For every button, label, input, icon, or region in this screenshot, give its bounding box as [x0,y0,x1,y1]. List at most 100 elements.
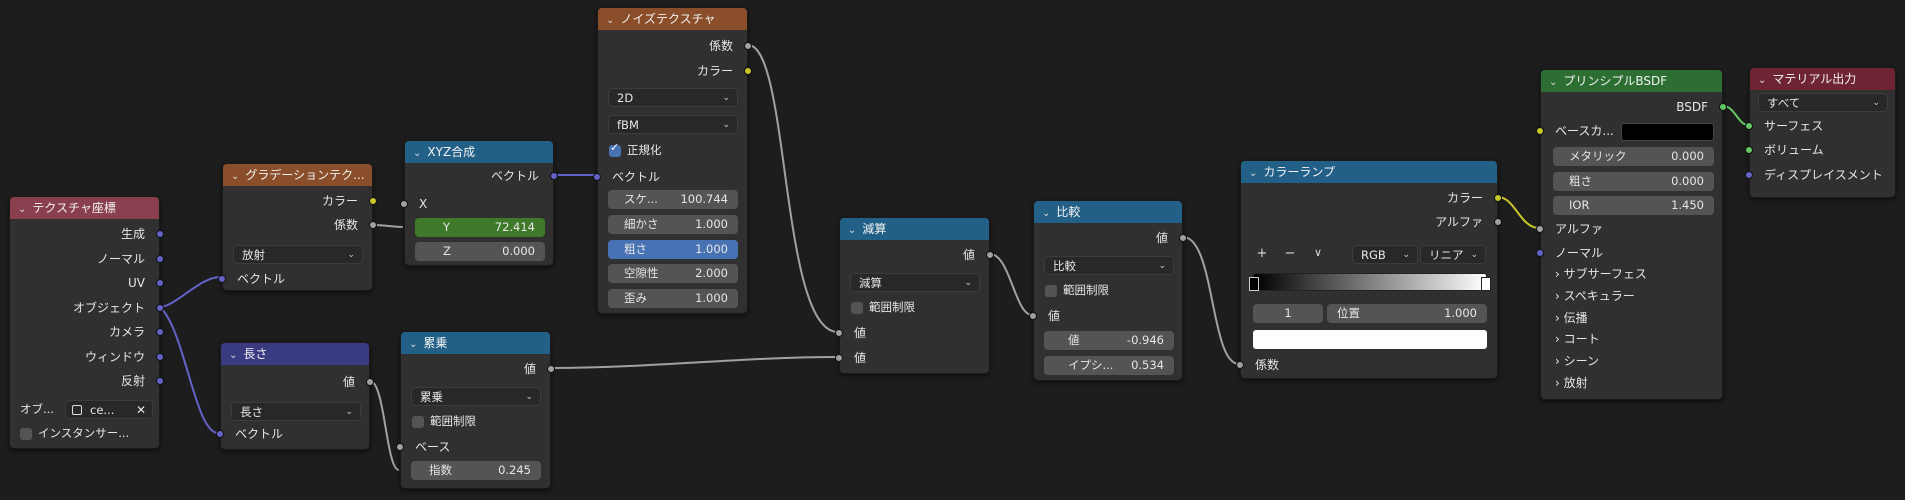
node-texture-coordinate[interactable]: ⌄ テクスチャ座標 生成 ノーマル UV オブジェクト カメラ ウィンドウ 反射 … [9,196,164,449]
input-socket[interactable] [1536,127,1544,135]
output-socket[interactable] [986,251,994,259]
output-socket[interactable] [1494,194,1502,202]
input-socket[interactable] [1029,312,1037,320]
output-socket[interactable] [744,67,752,75]
node-header[interactable]: ⌄ マテリアル出力 [1750,68,1895,90]
panel-coat[interactable]: › コート [1541,328,1722,350]
stop-color-swatch[interactable] [1253,330,1487,349]
normalize-checkbox[interactable] [609,141,621,157]
clamp-checkbox[interactable] [1045,285,1057,297]
collapse-chevron-icon[interactable]: ⌄ [18,199,26,219]
node-color-ramp[interactable]: ⌄ カラーランプ カラー アルファ + − ∨ RGB ⌄ リニア ⌄ 1 位置 1.0… [1236,160,1502,379]
bsdf-roughness-field[interactable]: 粗さ 0.000 [1553,172,1714,191]
base-color-swatch[interactable] [1621,123,1714,141]
output-socket[interactable] [369,221,377,229]
node-length[interactable]: ⌄ 長さ 値 長さ ⌄ ベクトル [216,342,374,450]
node-subtract[interactable]: ⌄ 減算 値 減算 ⌄ 範囲制限 値 値 [835,217,994,374]
collapse-chevron-icon[interactable]: ⌄ [1758,70,1766,90]
node-header[interactable]: ⌄ グラデーションテク... [223,164,372,186]
input-socket[interactable] [1745,171,1753,179]
panel-emission[interactable]: › 放射 [1541,372,1722,394]
detail-field[interactable]: 細かさ 1.000 [608,215,738,234]
node-header[interactable]: ⌄ プリンシプルBSDF [1541,70,1722,92]
output-socket[interactable] [156,353,164,361]
dimensions-dropdown[interactable]: 2D ⌄ [608,88,738,107]
output-socket[interactable] [156,328,164,336]
node-header[interactable]: ⌄ XYZ合成 [405,141,553,163]
collapse-chevron-icon[interactable]: ⌄ [848,220,856,240]
noise-type-dropdown[interactable]: fBM ⌄ [608,115,738,134]
output-socket[interactable] [156,279,164,287]
lacunarity-field[interactable]: 空隙性 2.000 [608,264,738,283]
interpolation-dropdown[interactable]: リニア ⌄ [1420,245,1486,264]
collapse-chevron-icon[interactable]: ⌄ [229,345,237,365]
scale-field[interactable]: スケ... 100.744 [608,190,738,209]
compare-value-field[interactable]: 値 -0.946 [1044,331,1174,350]
clamp-checkbox[interactable] [412,416,424,428]
ramp-stop-black-handle[interactable] [1249,277,1259,291]
input-socket[interactable] [593,173,601,181]
color-mode-dropdown[interactable]: RGB ⌄ [1352,245,1418,264]
clear-x-icon[interactable]: ✕ [136,401,146,418]
math-op-dropdown[interactable]: 減算 ⌄ [850,273,980,292]
output-socket[interactable] [156,230,164,238]
input-socket[interactable] [835,329,843,337]
gradient-type-dropdown[interactable]: 放射 ⌄ [233,245,363,264]
math-op-dropdown[interactable]: 累乗 ⌄ [411,387,541,406]
output-socket[interactable] [547,365,555,373]
panel-specular[interactable]: › スペキュラー [1541,285,1722,307]
ior-field[interactable]: IOR 1.450 [1553,196,1714,215]
output-socket[interactable] [156,377,164,385]
remove-stop-icon[interactable]: − [1281,246,1299,261]
output-socket[interactable] [369,197,377,205]
output-socket[interactable] [550,172,558,180]
input-socket[interactable] [400,200,408,208]
output-socket[interactable] [1494,218,1502,226]
node-header[interactable]: ⌄ カラーランプ [1241,161,1497,183]
object-picker[interactable]: ce... ✕ [65,400,153,419]
length-op-dropdown[interactable]: 長さ ⌄ [231,402,361,421]
panel-transmission[interactable]: › 伝播 [1541,307,1722,329]
panel-sheen[interactable]: › シーン [1541,350,1722,372]
node-gradient-texture[interactable]: ⌄ グラデーションテク... カラー 係数 放射 ⌄ ベクトル [218,163,377,291]
collapse-chevron-icon[interactable]: ⌄ [409,334,417,354]
input-socket[interactable] [1745,122,1753,130]
node-combine-xyz[interactable]: ⌄ XYZ合成 ベクトル X Y 72.414 Z 0.000 [400,140,558,266]
metallic-field[interactable]: メタリック 0.000 [1553,147,1714,166]
node-header[interactable]: ⌄ テクスチャ座標 [10,197,159,219]
output-socket[interactable] [1179,234,1187,242]
collapse-chevron-icon[interactable]: ⌄ [413,143,421,163]
output-socket[interactable] [156,304,164,312]
input-socket[interactable] [216,430,224,438]
collapse-chevron-icon[interactable]: ⌄ [1549,72,1557,92]
ramp-stop-white-handle[interactable] [1481,277,1491,291]
node-principled-bsdf[interactable]: ⌄ プリンシプルBSDF BSDF ベースカ... メタリック 0.000 粗さ 0.… [1536,69,1727,400]
node-header[interactable]: ⌄ 累乗 [401,332,550,354]
input-socket[interactable] [835,354,843,362]
output-socket[interactable] [1719,103,1727,111]
collapse-chevron-icon[interactable]: ⌄ [1042,203,1050,223]
math-op-dropdown[interactable]: 比較 ⌄ [1044,256,1174,275]
input-socket[interactable] [1536,249,1544,257]
node-header[interactable]: ⌄ 比較 [1034,201,1182,223]
clamp-checkbox[interactable] [851,302,863,314]
node-material-output[interactable]: ⌄ マテリアル出力 すべて ⌄ サーフェス ボリューム ディスプレイスメント [1745,67,1896,198]
input-socket[interactable] [1536,225,1544,233]
output-socket[interactable] [366,378,374,386]
input-socket[interactable] [218,275,226,283]
active-stop-index[interactable]: 1 [1253,304,1323,323]
input-socket[interactable] [1236,361,1244,369]
input-socket[interactable] [1745,146,1753,154]
output-socket[interactable] [156,255,164,263]
exponent-field[interactable]: 指数 0.245 [411,461,541,480]
collapse-chevron-icon[interactable]: ⌄ [606,10,614,30]
collapse-chevron-icon[interactable]: ⌄ [1249,163,1257,183]
node-power[interactable]: ⌄ 累乗 値 累乗 ⌄ 範囲制限 ベース 指数 0.245 [396,331,555,489]
roughness-field[interactable]: 粗さ 1.000 [608,240,738,259]
stop-position-field[interactable]: 位置 1.000 [1327,304,1487,323]
add-stop-icon[interactable]: + [1253,246,1271,261]
node-header[interactable]: ⌄ 長さ [221,343,369,365]
distortion-field[interactable]: 歪み 1.000 [608,289,738,308]
render-target-dropdown[interactable]: すべて ⌄ [1758,93,1888,112]
node-noise-texture[interactable]: ⌄ノイズテクスチャ 係数 カラー 2D⌄ fBM⌄ 正規化 ベクトル スケ...… [593,7,752,314]
